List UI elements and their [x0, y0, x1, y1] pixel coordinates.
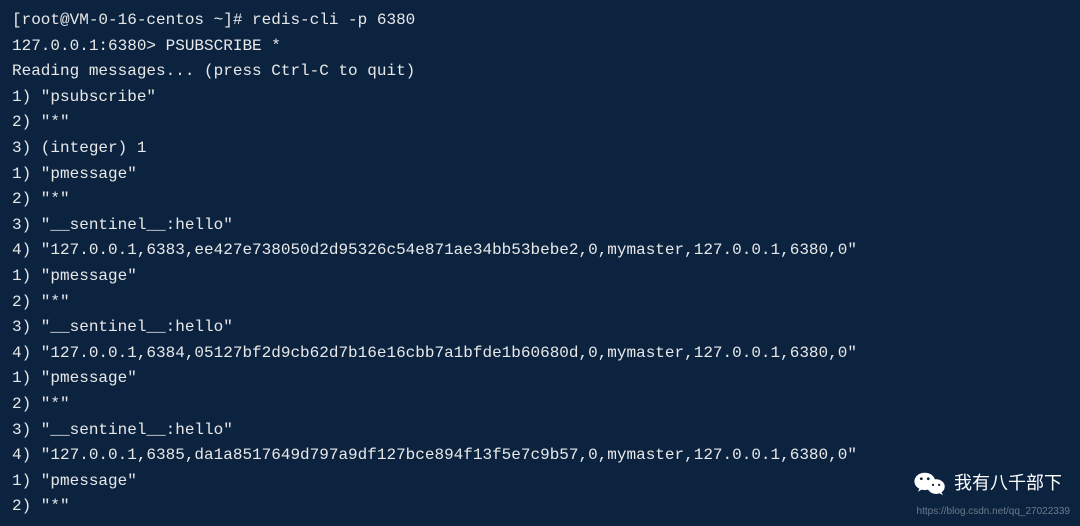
output-line: 2) "*" [12, 392, 1068, 418]
output-line: 3) "__sentinel__:hello" [12, 315, 1068, 341]
output-line: 1) "pmessage" [12, 366, 1068, 392]
output-line: 1) "psubscribe" [12, 85, 1068, 111]
output-line: 4) "127.0.0.1,6383,ee427e738050d2d95326c… [12, 238, 1068, 264]
output-line: 3) "__sentinel__:hello" [12, 418, 1068, 444]
output-line: 1) "pmessage" [12, 162, 1068, 188]
output-line: 4) "127.0.0.1,6385,da1a8517649d797a9df12… [12, 443, 1068, 469]
output-line: 2) "*" [12, 110, 1068, 136]
output-line: 3) (integer) 1 [12, 136, 1068, 162]
shell-prompt-line: [root@VM-0-16-centos ~]# redis-cli -p 63… [12, 8, 1068, 34]
wechat-icon [914, 471, 946, 497]
output-line: 2) "*" [12, 290, 1068, 316]
blog-url: https://blog.csdn.net/qq_27022339 [917, 504, 1070, 520]
terminal-output: [root@VM-0-16-centos ~]# redis-cli -p 63… [12, 8, 1068, 520]
watermark-text: 我有八千部下 [954, 469, 1062, 498]
output-line: 2) "*" [12, 494, 1068, 520]
reading-messages-line: Reading messages... (press Ctrl-C to qui… [12, 59, 1068, 85]
output-line: 4) "127.0.0.1,6384,05127bf2d9cb62d7b16e1… [12, 341, 1068, 367]
output-line: 2) "*" [12, 187, 1068, 213]
output-line: 1) "pmessage" [12, 264, 1068, 290]
output-line: 3) "__sentinel__:hello" [12, 213, 1068, 239]
redis-prompt-line: 127.0.0.1:6380> PSUBSCRIBE * [12, 34, 1068, 60]
watermark: 我有八千部下 [914, 469, 1062, 498]
output-line: 1) "pmessage" [12, 469, 1068, 495]
